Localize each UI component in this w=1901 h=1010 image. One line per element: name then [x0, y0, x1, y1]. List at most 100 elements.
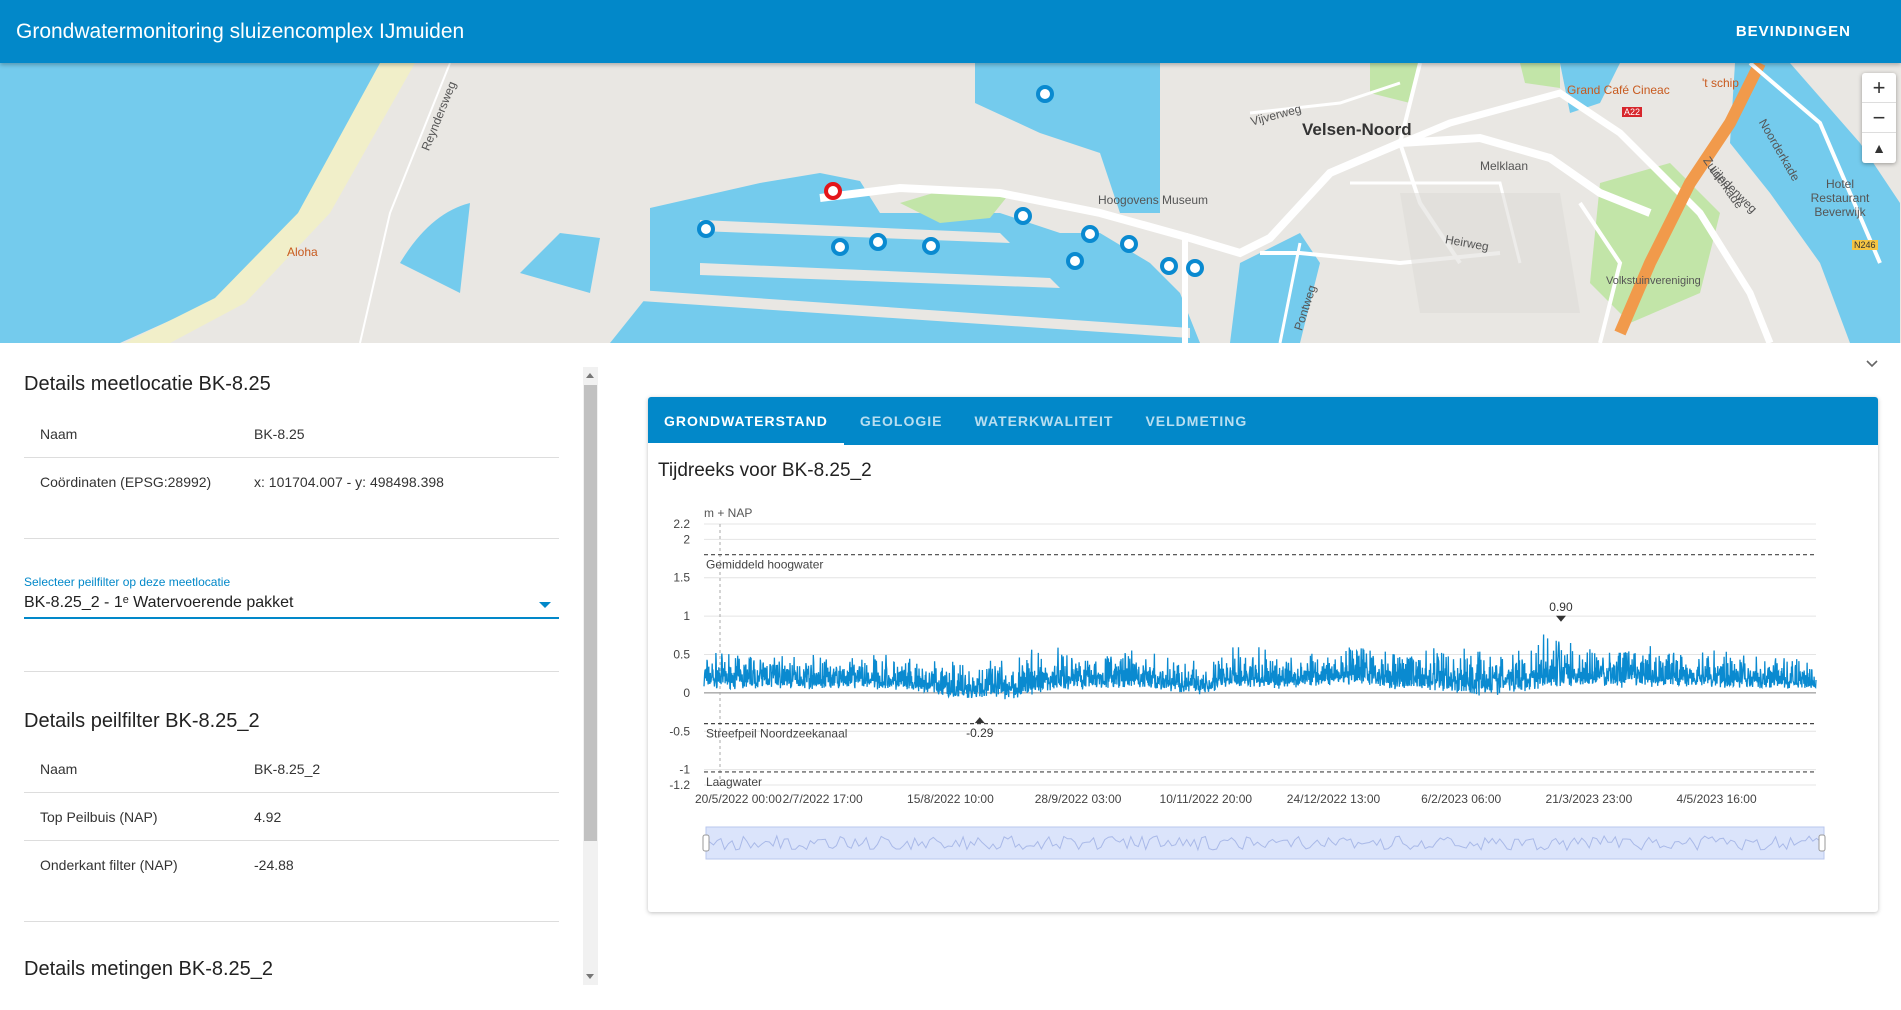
- map-label-volkstuin: Volkstuinvereniging: [1606, 275, 1701, 287]
- map-label-aloha: Aloha: [287, 245, 318, 259]
- table-row: Onderkant filter (NAP) -24.88: [24, 841, 559, 889]
- location-details-table: Naam BK-8.25 Coördinaten (EPSG:28992) x:…: [24, 410, 559, 506]
- filter-details-table: Naam BK-8.25_2 Top Peilbuis (NAP) 4.92 O…: [24, 745, 559, 889]
- y-tick-label: 0.5: [673, 648, 690, 662]
- tab-veldmeting[interactable]: VELDMETING: [1129, 397, 1263, 445]
- row-key: Naam: [40, 760, 78, 777]
- divider: [24, 671, 559, 672]
- y-axis-label: m + NAP: [704, 506, 752, 520]
- min-marker: [974, 717, 985, 724]
- y-tick-label: 1.5: [673, 571, 690, 585]
- y-tick-label: -0.5: [669, 724, 690, 738]
- table-row: Top Peilbuis (NAP) 4.92: [24, 793, 559, 841]
- map-label-a22: A22: [1622, 107, 1643, 117]
- x-tick-label: 28/9/2022 03:00: [1035, 792, 1122, 806]
- row-key: Top Peilbuis (NAP): [40, 808, 158, 825]
- x-tick-label: 15/8/2022 10:00: [907, 792, 994, 806]
- x-tick-label: 2/7/2022 17:00: [783, 792, 863, 806]
- map[interactable]: Reyndersweg Aloha Vijverweg Velsen-Noord…: [0, 63, 1901, 343]
- map-marker[interactable]: [922, 237, 940, 255]
- y-tick-label: -1.2: [669, 778, 690, 792]
- location-section-title: Details meetlocatie BK-8.25: [24, 373, 271, 395]
- row-key: Onderkant filter (NAP): [40, 857, 178, 873]
- app-bar: Grondwatermonitoring sluizencomplex IJmu…: [0, 0, 1901, 63]
- map-marker[interactable]: [1036, 85, 1054, 103]
- row-value: x: 101704.007 - y: 498498.398: [254, 474, 444, 490]
- map-marker[interactable]: [869, 233, 887, 251]
- table-row: Naam BK-8.25: [24, 410, 559, 458]
- map-label-n246: N246: [1852, 240, 1878, 250]
- map-marker[interactable]: [1120, 235, 1138, 253]
- peilfilter-select-label: Selecteer peilfilter op deze meetlocatie: [24, 575, 231, 589]
- divider: [24, 538, 559, 539]
- tab-geologie[interactable]: GEOLOGIE: [844, 397, 959, 445]
- min-label: -0.29: [966, 726, 994, 740]
- map-marker[interactable]: [1081, 225, 1099, 243]
- zoom-out-button[interactable]: −: [1862, 103, 1896, 133]
- metingen-section-title: Details metingen BK-8.25_2: [24, 958, 274, 980]
- data-zoom-handle-left[interactable]: [702, 834, 710, 852]
- row-value: BK-8.25: [254, 425, 305, 442]
- peilfilter-select-value: BK-8.25_2 - 1ᵉ Watervoerende pakket: [24, 594, 294, 611]
- reference-line-label: Gemiddeld hoogwater: [706, 558, 823, 572]
- scroll-down-icon[interactable]: [586, 974, 594, 979]
- x-tick-label: 10/11/2022 20:00: [1160, 792, 1253, 806]
- y-tick-label: 0: [683, 686, 690, 700]
- map-marker-selected[interactable]: [824, 182, 842, 200]
- data-zoom-slider[interactable]: [705, 826, 1825, 860]
- data-zoom-handle-right[interactable]: [1818, 834, 1826, 852]
- map-marker[interactable]: [1066, 252, 1084, 270]
- table-row: Naam BK-8.25_2: [24, 745, 559, 793]
- peilfilter-select-field[interactable]: BK-8.25_2 - 1ᵉ Watervoerende pakket: [24, 589, 559, 619]
- x-tick-label: 4/5/2023 16:00: [1677, 792, 1757, 806]
- map-label-hoogovens-museum: Hoogovens Museum: [1098, 193, 1209, 207]
- divider: [24, 921, 559, 922]
- reference-line-label: Streefpeil Noordzeekanaal: [706, 727, 847, 741]
- details-panel[interactable]: Details meetlocatie BK-8.25 Naam BK-8.25…: [0, 343, 590, 1010]
- chevron-down-icon[interactable]: [1866, 358, 1878, 370]
- x-tick-label: 21/3/2023 23:00: [1546, 792, 1633, 806]
- tab-waterkwaliteit[interactable]: WATERKWALITEIT: [959, 397, 1130, 445]
- x-tick-label: 24/12/2022 13:00: [1287, 792, 1381, 806]
- map-marker[interactable]: [831, 238, 849, 256]
- groundwater-chart[interactable]: 2.22 1.5 1 0.5 0 -0.5 -1-1.2 m + NAP Gemiddeld h…: [648, 497, 1878, 907]
- details-scrollbar[interactable]: [583, 367, 598, 985]
- map-label-velsen-noord: Velsen-Noord: [1302, 120, 1412, 139]
- map-marker[interactable]: [1160, 257, 1178, 275]
- scrollbar-thumb[interactable]: [584, 385, 597, 841]
- map-label-grand-cafe: Grand Café Cineac: [1567, 83, 1670, 97]
- map-label-melklaan: Melklaan: [1480, 159, 1529, 173]
- reference-line-label: Laagwater: [706, 775, 762, 789]
- map-zoom-control: + − ▲: [1862, 73, 1896, 163]
- chart-title: Tijdreeks voor BK-8.25_2: [658, 460, 872, 481]
- row-value: 4.92: [254, 808, 282, 825]
- row-key: Naam: [40, 425, 78, 442]
- peilfilter-select[interactable]: Selecteer peilfilter op deze meetlocatie…: [24, 575, 559, 619]
- map-marker[interactable]: [1014, 207, 1032, 225]
- chart-card: GRONDWATERSTAND GEOLOGIE WATERKWALITEIT …: [648, 397, 1878, 912]
- y-tick-label: 1: [683, 609, 690, 623]
- filter-section-title: Details peilfilter BK-8.25_2: [24, 710, 260, 732]
- bevindingen-button[interactable]: BEVINDINGEN: [1736, 23, 1851, 40]
- dropdown-caret-icon: [539, 602, 551, 608]
- row-value: BK-8.25_2: [254, 760, 321, 777]
- x-tick-label: 20/5/2022 00:00: [695, 792, 782, 806]
- reset-north-button[interactable]: ▲: [1862, 133, 1896, 163]
- map-basemap: [0, 63, 1900, 343]
- map-marker[interactable]: [1186, 259, 1204, 277]
- y-tick-label: 2.2: [673, 517, 690, 531]
- max-marker: [1555, 615, 1566, 622]
- y-tick-label: 2: [683, 532, 690, 546]
- map-marker[interactable]: [697, 220, 715, 238]
- max-label: 0.90: [1549, 600, 1573, 614]
- tab-bar: GRONDWATERSTAND GEOLOGIE WATERKWALITEIT …: [648, 397, 1878, 445]
- zoom-in-button[interactable]: +: [1862, 73, 1896, 103]
- map-label-t-schip: 't schip: [1702, 76, 1739, 90]
- map-label-hotel: Hotel Restaurant Beverwijk: [1810, 177, 1870, 219]
- row-key: Coördinaten (EPSG:28992): [40, 474, 212, 490]
- scroll-up-icon[interactable]: [586, 373, 594, 378]
- y-tick-label: -1: [679, 763, 690, 777]
- table-row: Coördinaten (EPSG:28992) x: 101704.007 -…: [24, 458, 559, 506]
- series-line: [703, 634, 1817, 700]
- tab-grondwaterstand[interactable]: GRONDWATERSTAND: [648, 397, 844, 445]
